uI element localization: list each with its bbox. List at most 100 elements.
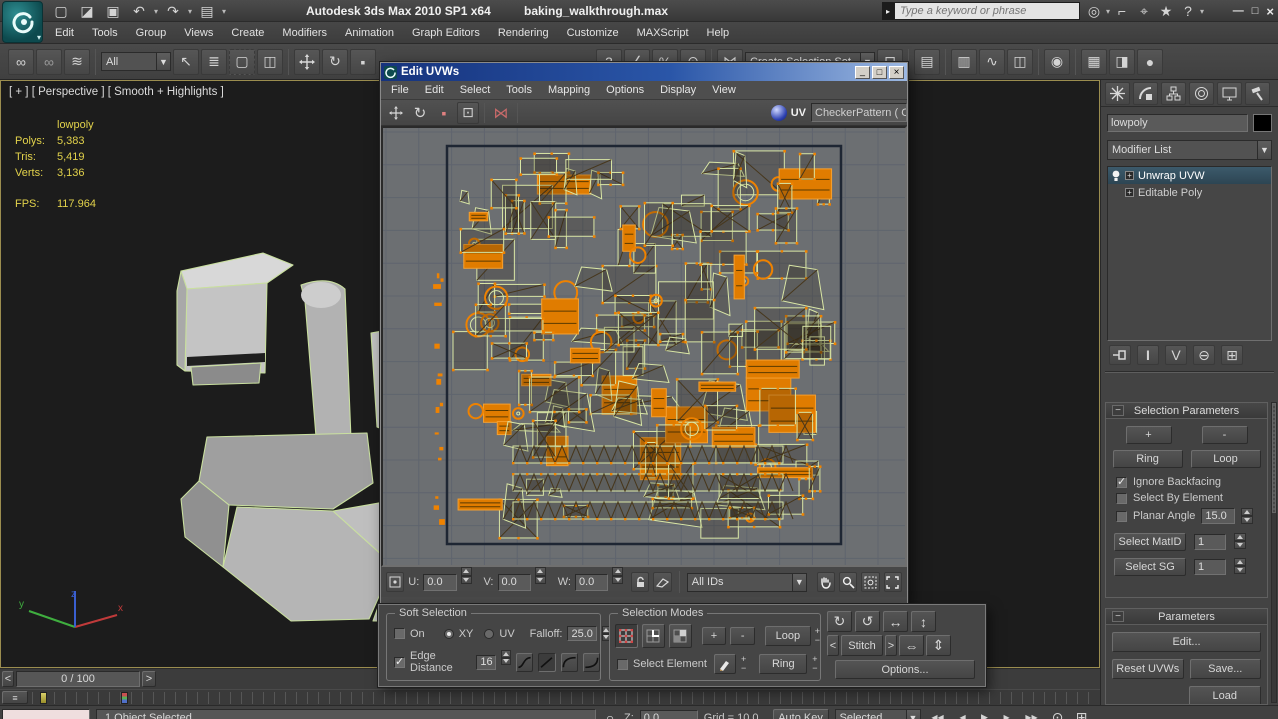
- go-to-start-button[interactable]: ◀◀: [927, 710, 949, 719]
- contract-selection-button[interactable]: -: [730, 627, 755, 645]
- menu-rendering[interactable]: Rendering: [489, 22, 558, 43]
- tab-create[interactable]: [1105, 82, 1130, 105]
- tab-utilities[interactable]: [1245, 82, 1270, 105]
- select-and-scale-button[interactable]: ▪: [350, 49, 376, 75]
- pin-stack-button[interactable]: [1109, 345, 1131, 365]
- curve-editor-icon[interactable]: ∿: [979, 49, 1005, 75]
- mirror-vertical-button[interactable]: ↕: [911, 611, 936, 632]
- panel-scrollbar[interactable]: [1271, 402, 1277, 703]
- zoom-region-button[interactable]: [861, 572, 879, 592]
- grow-selection-button[interactable]: +: [1126, 426, 1172, 444]
- menu-animation[interactable]: Animation: [336, 22, 403, 43]
- planar-angle-spinner[interactable]: [1241, 508, 1253, 524]
- material-id-arrow[interactable]: ▼: [792, 574, 806, 591]
- menu-edit[interactable]: Edit: [46, 22, 83, 43]
- unlink-selection-icon[interactable]: ∞: [36, 49, 62, 75]
- dialog-title-bar[interactable]: Edit UVWs _ □ ×: [381, 63, 907, 81]
- options-button[interactable]: Options...: [835, 660, 975, 679]
- filter-selected-faces-button[interactable]: [653, 572, 671, 592]
- key-filter-arrow[interactable]: ▼: [906, 710, 920, 719]
- communication-center-icon[interactable]: ⌖: [1134, 2, 1154, 20]
- time-forward-button[interactable]: >: [142, 671, 156, 687]
- window-crossing-button[interactable]: ◫: [257, 49, 283, 75]
- menu-views[interactable]: Views: [175, 22, 222, 43]
- u-spinner[interactable]: [461, 567, 472, 584]
- falloff-field[interactable]: 25.0: [567, 626, 596, 641]
- uv-mirror-button[interactable]: ⋈: [490, 102, 512, 124]
- redo-button[interactable]: ↷: [162, 2, 184, 20]
- menu-customize[interactable]: Customize: [558, 22, 628, 43]
- bind-to-spacewarp-icon[interactable]: ≋: [64, 49, 90, 75]
- show-map-sphere-icon[interactable]: [771, 105, 787, 121]
- vertex-mode-button[interactable]: [615, 624, 638, 648]
- search-scope-arrow[interactable]: ▾: [1106, 7, 1110, 16]
- uv-radio[interactable]: [484, 629, 494, 639]
- key-mode-toggle-icon[interactable]: ⊙: [1049, 710, 1067, 719]
- close-button[interactable]: ×: [1266, 4, 1274, 19]
- track-bar[interactable]: ≡: [0, 689, 1100, 705]
- stitch-right-button[interactable]: >: [885, 635, 897, 656]
- modifier-list-arrow[interactable]: ▼: [1257, 141, 1271, 159]
- dialog-maximize-button[interactable]: □: [872, 66, 887, 79]
- menu-help[interactable]: Help: [698, 22, 739, 43]
- zoom-extents-button[interactable]: [884, 572, 902, 592]
- collapse-icon[interactable]: −: [1112, 405, 1124, 416]
- edge-distance-checkbox[interactable]: [394, 657, 405, 668]
- loop-button[interactable]: Loop: [1191, 450, 1261, 468]
- absolute-offset-toggle[interactable]: [386, 572, 404, 592]
- viewport-label[interactable]: [ + ] [ Perspective ] [ Smooth + Highlig…: [9, 86, 224, 98]
- modifier-list-combo[interactable]: Modifier List▼: [1107, 140, 1272, 160]
- menu-graph-editors[interactable]: Graph Editors: [403, 22, 489, 43]
- auto-key-button[interactable]: Auto Key: [773, 709, 829, 719]
- planar-angle-field[interactable]: 15.0: [1201, 508, 1235, 524]
- help-icon[interactable]: ?: [1178, 2, 1198, 20]
- select-object-button[interactable]: ↖: [173, 49, 199, 75]
- expand-box-icon[interactable]: +: [1125, 171, 1134, 180]
- loop-button[interactable]: Loop: [765, 626, 811, 646]
- mini-curve-editor-button[interactable]: ≡: [2, 691, 28, 704]
- time-slider[interactable]: 0 / 100: [16, 671, 140, 687]
- project-dropdown-arrow[interactable]: ▾: [222, 7, 226, 16]
- undo-dropdown-arrow[interactable]: ▾: [154, 7, 158, 16]
- uv-scale-button[interactable]: ▪: [433, 102, 455, 124]
- material-id-filter-combo[interactable]: All IDs▼: [687, 573, 807, 592]
- xy-radio[interactable]: [444, 629, 454, 639]
- menu-group[interactable]: Group: [127, 22, 176, 43]
- expand-box-icon[interactable]: +: [1125, 188, 1134, 197]
- object-color-swatch[interactable]: [1253, 114, 1272, 132]
- selection-parameters-header[interactable]: − Selection Parameters: [1106, 403, 1267, 419]
- make-unique-button[interactable]: V: [1165, 345, 1187, 365]
- project-folder-button[interactable]: ▤: [196, 2, 218, 20]
- save-file-button[interactable]: ▣: [102, 2, 124, 20]
- lock-selected-vertices-button[interactable]: [631, 572, 649, 592]
- edge-mode-button[interactable]: [642, 624, 665, 648]
- ignore-backfacing-checkbox[interactable]: [1116, 477, 1127, 488]
- time-back-button[interactable]: <: [2, 671, 14, 687]
- uvw-menu-view[interactable]: View: [704, 81, 744, 99]
- render-production-icon[interactable]: ●: [1137, 49, 1163, 75]
- previous-frame-button[interactable]: ◀: [955, 710, 971, 719]
- undo-button[interactable]: ↶: [128, 2, 150, 20]
- material-editor-icon[interactable]: ◉: [1044, 49, 1070, 75]
- schematic-view-icon[interactable]: ◫: [1007, 49, 1033, 75]
- collapse-icon[interactable]: −: [1112, 611, 1124, 622]
- track-key[interactable]: [40, 692, 47, 704]
- matid-spinner[interactable]: [1234, 533, 1246, 549]
- container-icon[interactable]: ▥: [951, 49, 977, 75]
- render-setup-icon[interactable]: ▦: [1081, 49, 1107, 75]
- u-field[interactable]: 0.0: [423, 574, 456, 591]
- select-matid-button[interactable]: Select MatID: [1114, 533, 1186, 551]
- pan-button[interactable]: [817, 572, 835, 592]
- uvw-menu-file[interactable]: File: [383, 81, 417, 99]
- edge-distance-spinner[interactable]: [501, 650, 511, 665]
- selection-filter-combo[interactable]: All▼: [101, 52, 171, 71]
- align-horizontal-button[interactable]: ⇔: [899, 635, 924, 656]
- go-to-end-button[interactable]: ▶▶: [1021, 710, 1043, 719]
- stack-row-unwrap-uvw[interactable]: + Unwrap UVW: [1108, 167, 1271, 184]
- parameters-header[interactable]: − Parameters: [1106, 609, 1267, 625]
- menu-create[interactable]: Create: [222, 22, 273, 43]
- select-and-link-icon[interactable]: ∞: [8, 49, 34, 75]
- falloff-curve-linear-button[interactable]: [538, 653, 555, 672]
- maxscript-mini-listener[interactable]: [2, 709, 90, 719]
- redo-dropdown-arrow[interactable]: ▾: [188, 7, 192, 16]
